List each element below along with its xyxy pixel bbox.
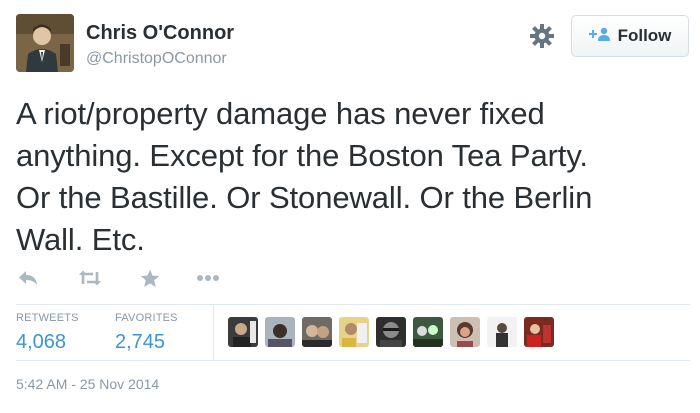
follow-button[interactable]: Follow xyxy=(571,15,689,57)
retweets-stat[interactable]: RETWEETS 4,068 xyxy=(16,312,79,354)
divider xyxy=(16,304,690,305)
favoriter-avatar[interactable] xyxy=(450,317,480,347)
retweets-label: RETWEETS xyxy=(16,312,79,324)
reply-icon[interactable] xyxy=(14,264,42,292)
timestamp[interactable]: 5:42 AM - 25 Nov 2014 xyxy=(16,376,159,392)
tweet-line: Or the Bastille. Or Stonewall. Or the Be… xyxy=(16,180,593,215)
follow-button-label: Follow xyxy=(617,26,672,45)
display-name[interactable]: Chris O'Connor xyxy=(86,22,234,45)
gear-icon[interactable] xyxy=(528,22,556,50)
tweet-line: A riot/property damage has never fixed xyxy=(16,96,545,131)
favoriter-avatar[interactable] xyxy=(487,317,517,347)
favoriter-avatar[interactable] xyxy=(339,317,369,347)
favoriter-avatar[interactable] xyxy=(413,317,443,347)
divider xyxy=(213,305,214,360)
retweet-icon[interactable] xyxy=(76,264,104,292)
avatar[interactable] xyxy=(16,14,74,72)
favoriter-avatars xyxy=(228,317,554,347)
tweet-line: Wall. Etc. xyxy=(16,222,145,257)
tweet-actions xyxy=(14,264,222,292)
favoriter-avatar[interactable] xyxy=(265,317,295,347)
user-handle[interactable]: @ChristopOConnor xyxy=(86,50,227,68)
tweet-text: A riot/property damage has never fixed a… xyxy=(16,93,686,261)
favoriter-avatar[interactable] xyxy=(524,317,554,347)
favorites-count[interactable]: 2,745 xyxy=(115,331,178,354)
favoriter-avatar[interactable] xyxy=(376,317,406,347)
favoriter-avatar[interactable] xyxy=(228,317,258,347)
favorites-stat[interactable]: FAVORITES 2,745 xyxy=(115,312,178,354)
favorite-icon[interactable] xyxy=(136,264,164,292)
tweet-line: anything. Except for the Boston Tea Part… xyxy=(16,138,588,173)
more-icon[interactable] xyxy=(194,264,222,292)
favoriter-avatar[interactable] xyxy=(302,317,332,347)
divider xyxy=(16,360,690,361)
follow-user-icon xyxy=(588,26,611,46)
retweets-count[interactable]: 4,068 xyxy=(16,331,79,354)
favorites-label: FAVORITES xyxy=(115,312,178,324)
